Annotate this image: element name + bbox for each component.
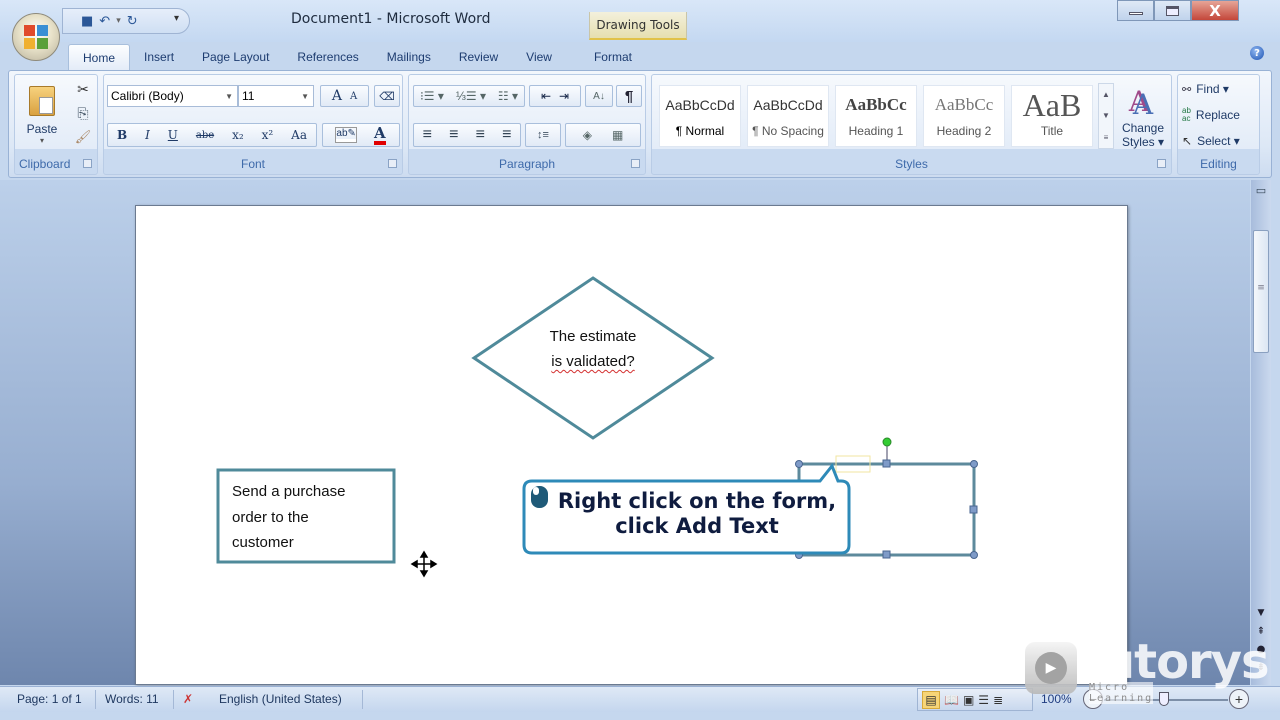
page-count[interactable]: Page: 1 of 1 (17, 692, 82, 706)
handle-top-left[interactable] (795, 460, 803, 468)
decision-text-line: is validated? (551, 353, 635, 370)
decision-text-line: The estimate (549, 328, 637, 345)
handle-bottom[interactable] (882, 550, 891, 559)
ruler-toggle-icon[interactable]: ▭ (1253, 184, 1269, 200)
scrollbar-thumb[interactable]: ≡ (1253, 230, 1269, 353)
divider (95, 690, 96, 709)
language[interactable]: English (United States) (219, 692, 342, 706)
full-screen-reading-icon[interactable]: 📖 (944, 693, 959, 707)
draft-icon[interactable]: ≣ (993, 693, 1003, 707)
play-logo-icon: ▶ (1025, 642, 1077, 694)
divider (362, 690, 363, 709)
rotation-handle[interactable] (882, 437, 892, 447)
process-text: Send a purchase order to the customer (232, 479, 345, 556)
zoom-slider-thumb[interactable] (1159, 692, 1169, 706)
proofing-icon[interactable]: ✗ (183, 692, 193, 706)
process-text-line: order to the (232, 508, 309, 526)
word-count[interactable]: Words: 11 (105, 692, 159, 706)
process-text-line: customer (232, 534, 294, 551)
callout-text: Right click on the form, click Add Text (548, 489, 846, 539)
handle-top-right[interactable] (970, 460, 978, 468)
handle-top[interactable] (882, 459, 891, 468)
callout-line: Right click on the form, (557, 489, 837, 513)
web-layout-icon[interactable]: ▣ (963, 693, 974, 707)
grip-icon: ≡ (1257, 283, 1265, 293)
decision-text: The estimate is validated? (520, 324, 666, 374)
watermark-tagline: Micro Learning (1089, 682, 1154, 704)
view-buttons: ▤ 📖 ▣ ☰ ≣ (917, 688, 1033, 711)
handle-right[interactable] (969, 505, 978, 514)
divider (173, 690, 174, 709)
print-layout-icon[interactable]: ▤ (922, 690, 940, 709)
move-cursor-icon (410, 550, 438, 578)
zoom-level[interactable]: 100% (1041, 692, 1072, 706)
outline-icon[interactable]: ☰ (978, 693, 989, 707)
scroll-down-arrow-icon[interactable]: ▼ (1253, 608, 1269, 618)
office-logo-icon (24, 25, 48, 49)
office-button[interactable] (12, 13, 60, 61)
process-text-line: Send a purchase (232, 483, 346, 500)
mouse-icon (531, 486, 548, 508)
handle-bottom-right[interactable] (970, 551, 978, 559)
zoom-in-button[interactable]: + (1229, 689, 1249, 709)
callout-line: click Add Text (615, 514, 779, 538)
